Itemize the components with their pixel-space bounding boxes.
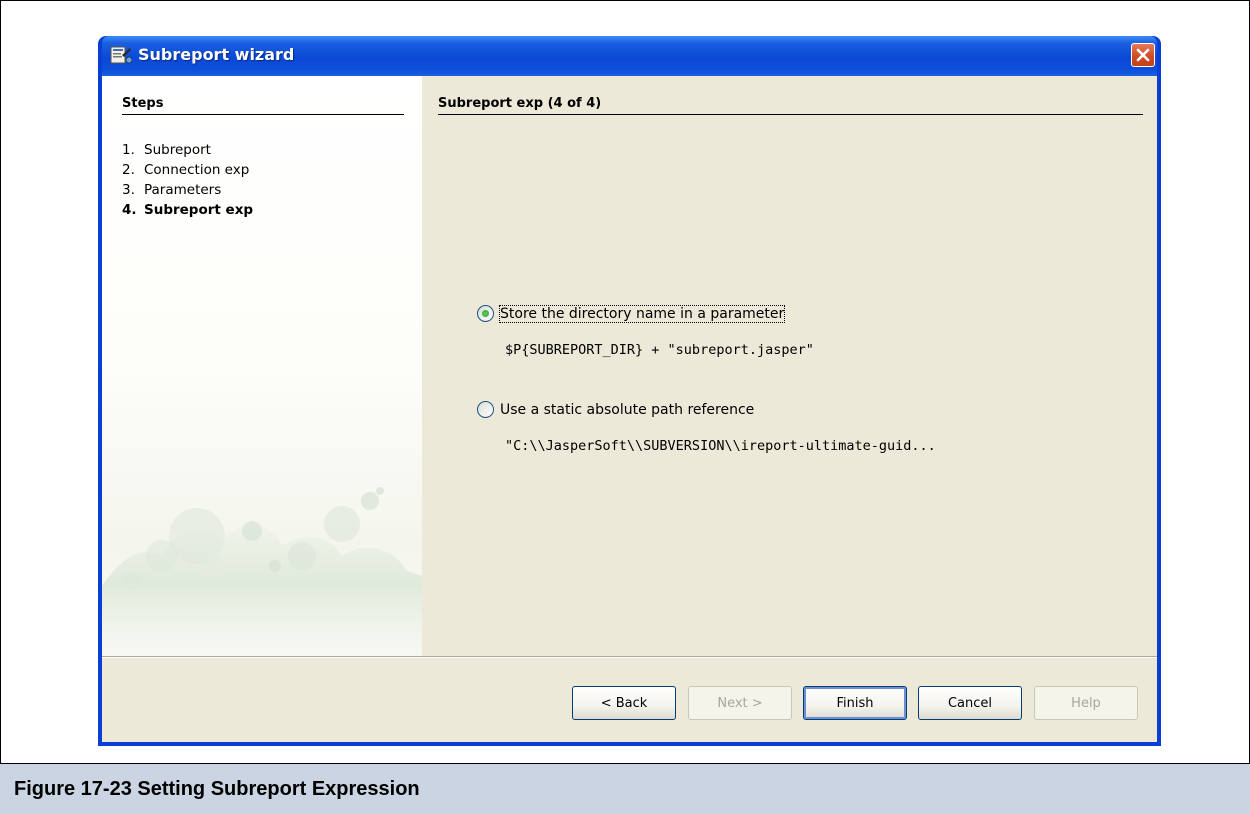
help-button[interactable]: Help	[1034, 686, 1138, 720]
button-bar-separator	[102, 656, 1157, 658]
radio-button-selected[interactable]	[477, 305, 494, 322]
next-button[interactable]: Next >	[688, 686, 792, 720]
store-directory-label[interactable]: Store the directory name in a parameter	[498, 304, 786, 323]
store-directory-option[interactable]: Store the directory name in a parameter	[477, 304, 786, 323]
step-number: 1.	[122, 142, 135, 158]
finish-button[interactable]: Finish	[803, 686, 907, 720]
cancel-button[interactable]: Cancel	[918, 686, 1022, 720]
content-heading: Subreport exp (4 of 4)	[438, 96, 1143, 115]
static-path-expression: "C:\\JasperSoft\\SUBVERSION\\ireport-ult…	[505, 438, 936, 454]
steps-panel: Steps 1. Subreport 2. Connection exp 3. …	[102, 76, 422, 656]
step-label: Subreport exp	[144, 202, 254, 218]
static-path-option[interactable]: Use a static absolute path reference	[477, 401, 754, 418]
step-label: Connection exp	[144, 162, 250, 178]
subreport-wizard-window: Subreport wizard Steps 1. Subreport 2. C…	[98, 36, 1161, 746]
step-item-connection-exp: 2. Connection exp	[122, 160, 253, 180]
back-button[interactable]: < Back	[572, 686, 676, 720]
step-item-subreport-exp: 4. Subreport exp	[122, 200, 253, 220]
parameter-expression: $P{SUBREPORT_DIR} + "subreport.jasper"	[505, 342, 814, 358]
steps-heading: Steps	[122, 96, 404, 115]
window-title: Subreport wizard	[138, 45, 295, 64]
close-x-icon	[1136, 48, 1150, 62]
step-label: Subreport	[144, 142, 211, 158]
steps-list: 1. Subreport 2. Connection exp 3. Parame…	[122, 140, 253, 220]
step-item-parameters: 3. Parameters	[122, 180, 253, 200]
dialog-client-area: Steps 1. Subreport 2. Connection exp 3. …	[102, 76, 1157, 742]
figure-caption: Figure 17-23 Setting Subreport Expressio…	[0, 763, 1250, 814]
close-button[interactable]	[1131, 43, 1155, 67]
step-number: 2.	[122, 162, 135, 178]
static-path-label[interactable]: Use a static absolute path reference	[500, 402, 754, 418]
decorative-bubbles-image	[102, 487, 422, 656]
step-number: 4.	[122, 202, 137, 218]
radio-button-unselected[interactable]	[477, 401, 494, 418]
step-label: Parameters	[144, 182, 222, 198]
step-item-subreport: 1. Subreport	[122, 140, 253, 160]
radio-selected-dot	[482, 310, 489, 317]
title-bar[interactable]: Subreport wizard	[102, 36, 1157, 76]
step-number: 3.	[122, 182, 135, 198]
report-wizard-icon	[110, 46, 132, 64]
